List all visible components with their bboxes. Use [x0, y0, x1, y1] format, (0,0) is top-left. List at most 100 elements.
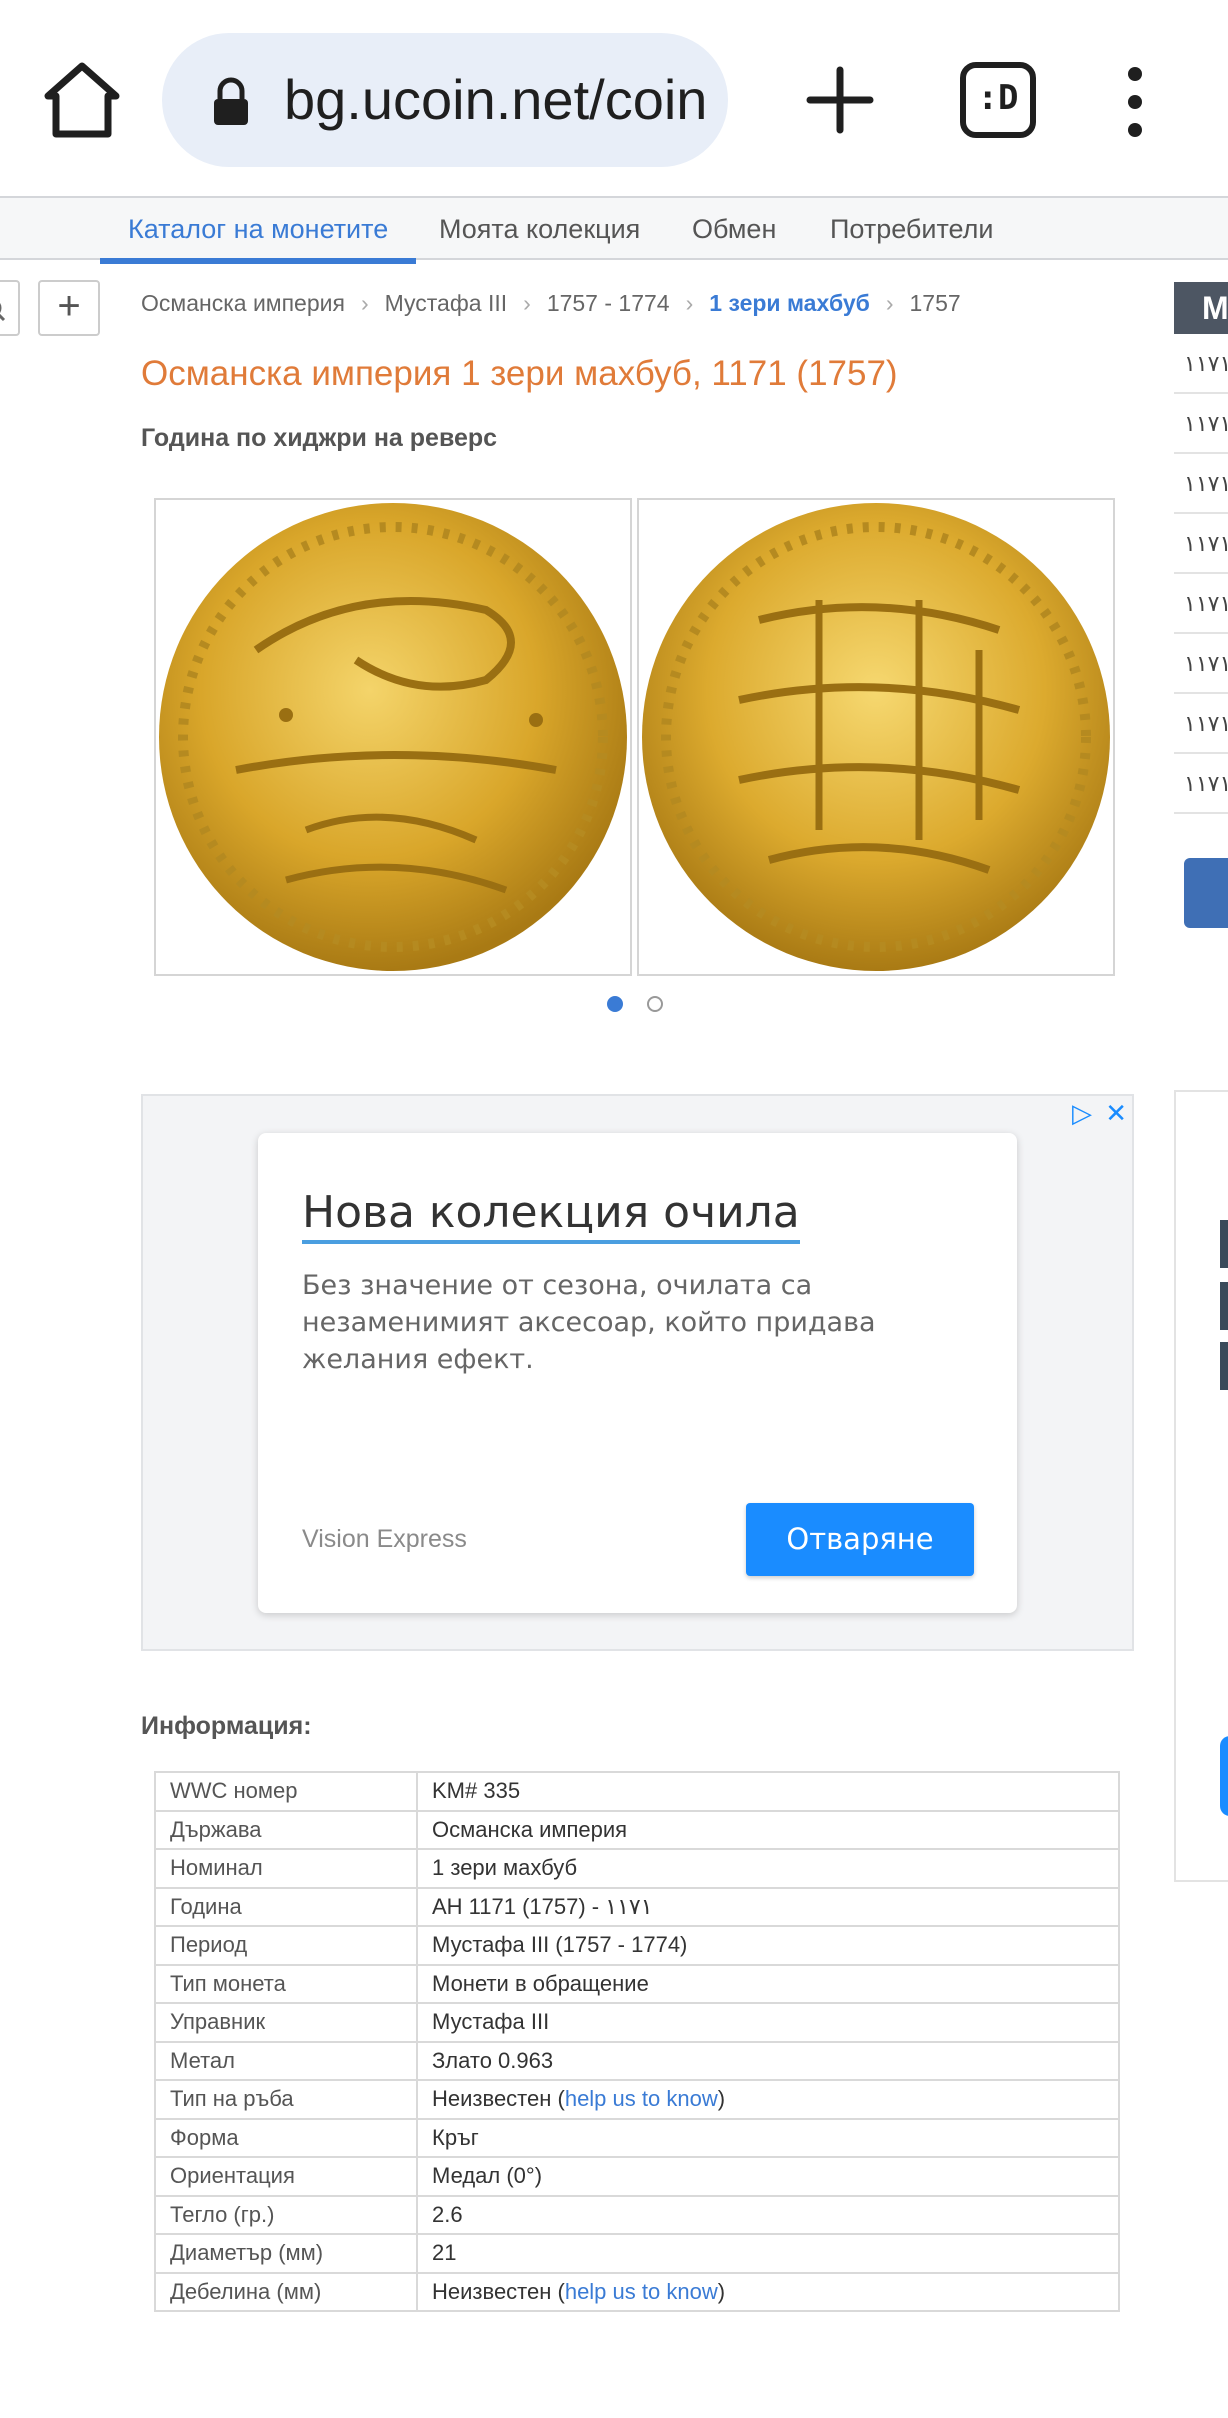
- new-tab-icon[interactable]: [800, 60, 880, 140]
- table-row: Управник Мустафа III: [154, 2002, 1120, 2043]
- info-heading: Информация:: [141, 1712, 312, 1740]
- info-value: Медал (0°): [416, 2156, 1120, 2197]
- info-value: Злато 0.963: [416, 2040, 1120, 2081]
- ad-open-button[interactable]: Отваряне: [746, 1503, 974, 1576]
- tab-switcher-button[interactable]: :D: [960, 62, 1036, 138]
- table-row: Метал Злато 0.963: [154, 2040, 1120, 2081]
- help-us-link[interactable]: help us to know: [565, 2086, 718, 2111]
- side-panel-header: M: [1174, 282, 1228, 334]
- table-row: Държава Османска империя: [154, 1809, 1120, 1850]
- table-row: Ориентация Медал (0°): [154, 2156, 1120, 2197]
- page-subtitle: Година по хиджри на реверс: [141, 424, 498, 452]
- info-value: Неизвестен (help us to know): [416, 2271, 1120, 2312]
- info-value: KM# 335: [416, 1771, 1120, 1812]
- lock-icon: [214, 77, 248, 125]
- tab-catalog[interactable]: Каталог на монетите: [99, 198, 417, 264]
- side-list-item[interactable]: ١١٧١: [1174, 694, 1228, 754]
- chevron-right-icon: ›: [885, 290, 894, 316]
- gallery-dot[interactable]: [647, 996, 663, 1012]
- info-key: Година: [154, 1886, 418, 1927]
- tab-exchange[interactable]: Обмен: [692, 198, 776, 260]
- info-key: Държава: [154, 1809, 418, 1850]
- table-row: Година AH 1171 (1757) - ١١٧١: [154, 1886, 1120, 1927]
- breadcrumb: Османска империя › Мустафа III › 1757 - 1774…: [141, 290, 961, 317]
- chevron-right-icon: ›: [685, 290, 694, 316]
- search-button[interactable]: [0, 280, 20, 336]
- info-value: Мустафа III: [416, 2002, 1120, 2043]
- ad-card[interactable]: Нова колекция очила Без значение от сезо…: [258, 1133, 1017, 1613]
- table-row: Период Мустафа III (1757 - 1774): [154, 1925, 1120, 1966]
- info-key: Номинал: [154, 1848, 418, 1889]
- coin-obverse-picture: [159, 503, 627, 971]
- info-key: Период: [154, 1925, 418, 1966]
- info-key: Метал: [154, 2040, 418, 2081]
- breadcrumb-item[interactable]: Мустафа III: [385, 290, 508, 316]
- info-table: WWC номер KM# 335 Държава Османска империя Н…: [154, 1771, 1120, 2312]
- table-row: Тип монета Монети в обращение: [154, 1963, 1120, 2004]
- home-icon[interactable]: [40, 58, 124, 142]
- info-value: Неизвестен (help us to know): [416, 2079, 1120, 2120]
- info-key: Форма: [154, 2117, 418, 2158]
- side-list-item[interactable]: ١١٧١: [1174, 394, 1228, 454]
- side-list-item[interactable]: ١١٧١: [1174, 754, 1228, 814]
- tab-my-collection[interactable]: Моята колекция: [439, 198, 640, 260]
- info-value: Кръг: [416, 2117, 1120, 2158]
- chevron-right-icon: ›: [360, 290, 369, 316]
- info-key: Тип на ръба: [154, 2079, 418, 2120]
- help-us-link[interactable]: help us to know: [565, 2279, 718, 2304]
- ad-title[interactable]: Нова колекция очила: [302, 1187, 800, 1244]
- info-value: Мустафа III (1757 - 1774): [416, 1925, 1120, 1966]
- breadcrumb-item[interactable]: 1 зери махбуб: [709, 290, 870, 316]
- info-key: WWC номер: [154, 1771, 418, 1812]
- table-row: WWC номер KM# 335: [154, 1771, 1120, 1812]
- table-row: Номинал 1 зери махбуб: [154, 1848, 1120, 1889]
- info-key: Тип монета: [154, 1963, 418, 2004]
- info-value: 2.6: [416, 2194, 1120, 2235]
- url-text: bg.ucoin.net/coin: [284, 68, 708, 131]
- gallery-dot-active[interactable]: [607, 996, 623, 1012]
- browser-toolbar: bg.ucoin.net/coin :D: [0, 0, 1228, 196]
- tab-switcher-label: :D: [977, 78, 1019, 118]
- ad-brand: Vision Express: [302, 1525, 467, 1553]
- more-menu-icon[interactable]: [1110, 62, 1160, 142]
- table-row: Тегло (гр.) 2.6: [154, 2194, 1120, 2235]
- chevron-right-icon: ›: [523, 290, 531, 316]
- info-key: Диаметър (мм): [154, 2233, 418, 2274]
- info-key: Дебелина (мм): [154, 2271, 418, 2312]
- info-value: Османска империя: [416, 1809, 1120, 1850]
- site-nav: Каталог на монетите Моята колекция Обмен…: [0, 196, 1228, 264]
- info-value: Монети в обращение: [416, 1963, 1120, 2004]
- side-ad: [1174, 1090, 1228, 1882]
- table-row: Форма Кръг: [154, 2117, 1120, 2158]
- ad-controls: ▷ ✕: [1072, 1098, 1127, 1129]
- info-key: Тегло (гр.): [154, 2194, 418, 2235]
- info-value: AH 1171 (1757) - ١١٧١: [416, 1886, 1120, 1927]
- table-row: Дебелина (мм) Неизвестен (help us to know…: [154, 2271, 1120, 2312]
- side-list-item[interactable]: ١١٧١: [1174, 574, 1228, 634]
- side-list-item[interactable]: ١١٧١: [1174, 634, 1228, 694]
- search-icon: [0, 302, 6, 322]
- info-value: 1 зери махбуб: [416, 1848, 1120, 1889]
- info-key: Управник: [154, 2002, 418, 2043]
- coin-obverse-image[interactable]: [154, 498, 632, 976]
- url-bar[interactable]: bg.ucoin.net/coin: [162, 33, 728, 167]
- close-icon[interactable]: ✕: [1105, 1098, 1127, 1128]
- add-coin-button[interactable]: +: [38, 280, 100, 336]
- info-value-suffix: ): [717, 2086, 726, 2112]
- side-list-item[interactable]: ١١٧١: [1174, 514, 1228, 574]
- table-row: Диаметър (мм) 21: [154, 2233, 1120, 2274]
- info-value-text: Неизвестен (: [432, 2086, 565, 2112]
- info-value-suffix: ): [717, 2278, 726, 2304]
- adchoices-icon[interactable]: ▷: [1072, 1098, 1092, 1128]
- table-row: Тип на ръба Неизвестен (help us to know): [154, 2079, 1120, 2120]
- side-panel-button[interactable]: [1184, 858, 1228, 928]
- side-list-item[interactable]: ١١٧١: [1174, 334, 1228, 394]
- coin-reverse-image[interactable]: [637, 498, 1115, 976]
- breadcrumb-item[interactable]: 1757: [910, 290, 961, 316]
- info-value: 21: [416, 2233, 1120, 2274]
- tab-users[interactable]: Потребители: [830, 198, 994, 260]
- breadcrumb-item[interactable]: Османска империя: [141, 290, 345, 316]
- breadcrumb-item[interactable]: 1757 - 1774: [547, 290, 670, 316]
- side-list-item[interactable]: ١١٧١: [1174, 454, 1228, 514]
- info-value-text: Неизвестен (: [432, 2278, 565, 2304]
